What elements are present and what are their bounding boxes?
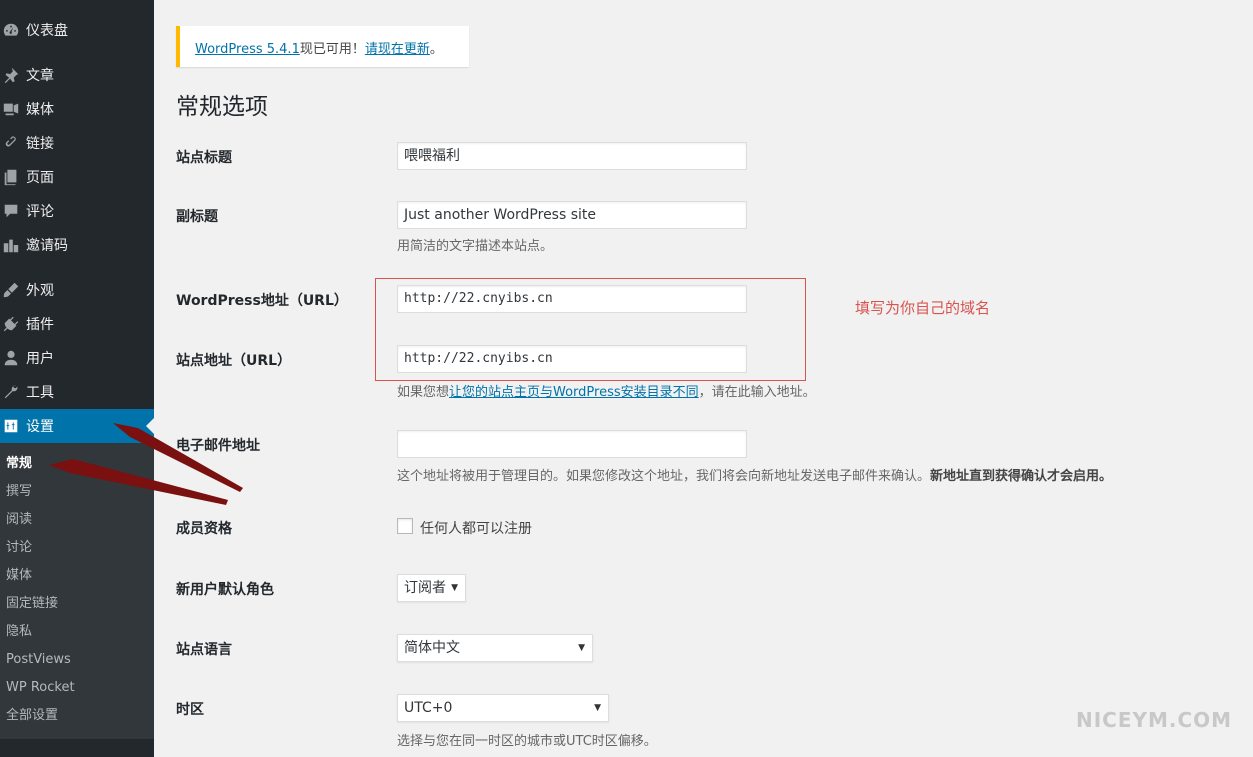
- dropdown-arrow-icon: ▼: [578, 643, 585, 653]
- comment-icon: [0, 202, 26, 220]
- menu-label: 插件: [26, 317, 54, 333]
- menu-label: 设置: [26, 419, 54, 435]
- annotation-note: 填写为你自己的域名: [855, 299, 991, 317]
- admin-sidebar: 仪表盘 文章 媒体 链接 页面 评论 邀请码 外观 插件 用户 工具 设置 常规…: [0, 0, 154, 757]
- appearance-icon: [0, 281, 26, 299]
- wordpress-url-label: WordPress地址（URL）: [176, 293, 348, 309]
- notice-text: 现已可用！: [299, 42, 365, 57]
- dashboard-icon: [0, 21, 26, 39]
- membership-label: 成员资格: [176, 521, 232, 537]
- settings-submenu: 常规 撰写 阅读 讨论 媒体 固定链接 隐私 PostViews WP Rock…: [0, 443, 154, 739]
- timezone-description: 选择与您在同一时区的城市或UTC时区偏移。: [397, 734, 657, 749]
- page-icon: [0, 168, 26, 186]
- tagline-description: 用简洁的文字描述本站点。: [397, 239, 554, 254]
- menu-label: 仪表盘: [26, 23, 68, 39]
- site-url-desc-before: 如果您想: [397, 385, 450, 400]
- pushpin-icon: [0, 66, 26, 84]
- menu-dashboard[interactable]: 仪表盘: [0, 13, 154, 47]
- plugin-icon: [0, 315, 26, 333]
- menu-label: 外观: [26, 283, 54, 299]
- submenu-postviews[interactable]: PostViews: [6, 646, 71, 674]
- menu-links[interactable]: 链接: [0, 126, 154, 160]
- page-title: 常规选项: [176, 94, 268, 120]
- site-title-label: 站点标题: [176, 150, 232, 166]
- menu-label: 媒体: [26, 102, 54, 118]
- submenu-media[interactable]: 媒体: [6, 562, 32, 590]
- update-now-link[interactable]: 请现在更新: [365, 42, 430, 57]
- settings-icon: [0, 417, 26, 435]
- site-url-description: 如果您想让您的站点主页与WordPress安装目录不同，请在此输入地址。: [397, 381, 816, 400]
- wrench-icon: [0, 383, 26, 401]
- menu-appearance[interactable]: 外观: [0, 273, 154, 307]
- anyone-can-register-label[interactable]: 任何人都可以注册: [420, 518, 532, 538]
- menu-label: 评论: [26, 204, 54, 220]
- menu-invite-code[interactable]: 邀请码: [0, 228, 154, 262]
- menu-plugins[interactable]: 插件: [0, 307, 154, 341]
- submenu-discussion[interactable]: 讨论: [6, 534, 32, 562]
- email-description: 这个地址将被用于管理目的。如果您修改这个地址，我们将会向新地址发送电子邮件来确认…: [397, 465, 1112, 484]
- submenu-permalinks[interactable]: 固定链接: [6, 590, 58, 618]
- submenu-privacy[interactable]: 隐私: [6, 618, 32, 646]
- site-url-help-link[interactable]: 让您的站点主页与WordPress安装目录不同: [449, 385, 699, 400]
- menu-tools[interactable]: 工具: [0, 375, 154, 409]
- default-role-select[interactable]: 订阅者 ▼: [397, 574, 466, 602]
- submenu-wp-rocket[interactable]: WP Rocket: [6, 674, 75, 702]
- timezone-select[interactable]: UTC+0 ▼: [397, 694, 609, 722]
- dropdown-arrow-icon: ▼: [451, 583, 458, 593]
- site-title-input[interactable]: 喂喂福利: [397, 142, 747, 170]
- user-icon: [0, 349, 26, 367]
- menu-label: 工具: [26, 385, 54, 401]
- submenu-all-settings[interactable]: 全部设置: [6, 702, 58, 730]
- media-icon: [0, 100, 26, 118]
- site-language-select[interactable]: 简体中文 ▼: [397, 634, 593, 662]
- menu-settings[interactable]: 设置: [0, 409, 154, 443]
- menu-pages[interactable]: 页面: [0, 160, 154, 194]
- email-desc-bold: 新地址直到获得确认才会启用。: [930, 469, 1113, 484]
- menu-label: 用户: [26, 351, 54, 367]
- watermark: NICEYM.COM: [1076, 708, 1233, 732]
- url-highlight-box: [375, 278, 806, 381]
- menu-label: 链接: [26, 136, 54, 152]
- anyone-can-register-checkbox[interactable]: [397, 518, 413, 534]
- wordpress-version-link[interactable]: WordPress 5.4.1: [195, 42, 300, 57]
- timezone-label: 时区: [176, 702, 204, 718]
- submenu-reading[interactable]: 阅读: [6, 506, 32, 534]
- site-language-label: 站点语言: [176, 642, 232, 658]
- submenu-writing[interactable]: 撰写: [6, 478, 32, 506]
- site-url-label: 站点地址（URL）: [176, 353, 292, 369]
- email-desc-text: 这个地址将被用于管理目的。如果您修改这个地址，我们将会向新地址发送电子邮件来确认…: [397, 469, 931, 484]
- site-url-desc-after: ，请在此输入地址。: [698, 385, 816, 400]
- tagline-input[interactable]: Just another WordPress site: [397, 201, 747, 229]
- email-input[interactable]: [397, 430, 747, 458]
- link-icon: [0, 134, 26, 152]
- default-role-value: 订阅者: [404, 580, 446, 596]
- menu-label: 邀请码: [26, 238, 68, 254]
- menu-label: 页面: [26, 170, 54, 186]
- submenu-general[interactable]: 常规: [6, 450, 32, 478]
- default-role-label: 新用户默认角色: [176, 582, 274, 598]
- notice-end: 。: [429, 42, 443, 57]
- tagline-label: 副标题: [176, 209, 218, 225]
- menu-media[interactable]: 媒体: [0, 92, 154, 126]
- invite-code-icon: [0, 236, 26, 254]
- dropdown-arrow-icon: ▼: [594, 703, 601, 713]
- menu-comments[interactable]: 评论: [0, 194, 154, 228]
- timezone-value: UTC+0: [404, 700, 453, 716]
- email-label: 电子邮件地址: [176, 438, 260, 454]
- site-language-value: 简体中文: [404, 640, 460, 656]
- menu-posts[interactable]: 文章: [0, 58, 154, 92]
- menu-label: 文章: [26, 68, 54, 84]
- update-notice: WordPress 5.4.1现已可用！请现在更新。: [176, 26, 469, 67]
- menu-users[interactable]: 用户: [0, 341, 154, 375]
